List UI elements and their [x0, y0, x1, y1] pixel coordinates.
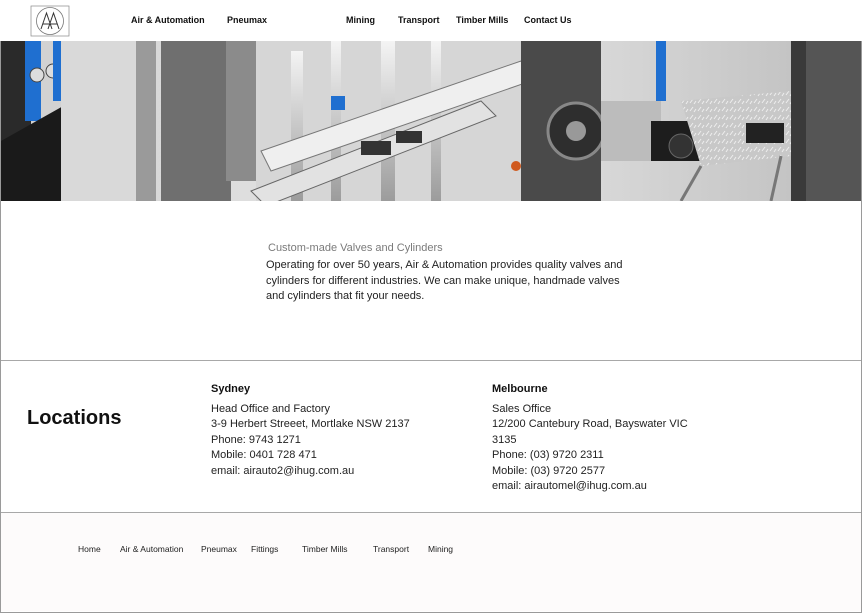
location-sydney: Sydney Head Office and Factory 3-9 Herbe…	[211, 382, 410, 479]
location-address-line2: 3135	[492, 433, 517, 446]
location-address: 3-9 Herbert Streeet, Mortlake NSW 2137	[211, 418, 410, 430]
location-mobile: Mobile: (03) 9720 2577	[492, 464, 606, 477]
intro-title: Custom-made Valves and Cylinders	[268, 242, 443, 254]
nav-transport[interactable]: Transport	[398, 15, 440, 25]
hero-image	[1, 41, 861, 201]
location-label: Sales Office	[492, 402, 552, 415]
location-city: Sydney	[211, 383, 251, 395]
footer-link-fittings[interactable]: Fittings	[251, 544, 278, 554]
site-footer: Home Air & Automation Pneumax Fittings T…	[1, 513, 861, 611]
locations-heading: Locations	[27, 407, 122, 429]
footer-link-timber-mills[interactable]: Timber Mills	[302, 544, 348, 554]
location-phone: Phone: 9743 1271	[211, 433, 301, 446]
nav-air-automation[interactable]: Air & Automation	[131, 15, 205, 25]
location-email: email: airauto2@ihug.com.au	[211, 464, 355, 477]
footer-link-mining[interactable]: Mining	[428, 544, 453, 554]
footer-link-pneumax[interactable]: Pneumax	[201, 544, 237, 554]
site-header: Air & Automation Pneumax Mining Transpor…	[0, 0, 862, 41]
location-phone: Phone: (03) 9720 2311	[492, 449, 604, 461]
nav-timber-mills[interactable]: Timber Mills	[456, 15, 508, 25]
footer-link-transport[interactable]: Transport	[373, 544, 409, 554]
location-mobile: Mobile: 0401 728 471	[211, 449, 317, 461]
section-divider	[1, 360, 861, 361]
nav-contact-us[interactable]: Contact Us	[524, 15, 572, 25]
location-melbourne: Melbourne Sales Office 12/200 Cantebury …	[492, 382, 688, 495]
location-label: Head Office and Factory	[211, 402, 331, 415]
footer-link-air-automation[interactable]: Air & Automation	[120, 544, 183, 554]
footer-link-home[interactable]: Home	[78, 544, 101, 554]
location-email: email: airautomel@ihug.com.au	[492, 480, 647, 492]
company-logo[interactable]	[30, 5, 70, 37]
intro-body: Operating for over 50 years, Air & Autom…	[266, 259, 623, 302]
nav-pneumax[interactable]: Pneumax	[227, 15, 267, 25]
location-address: 12/200 Cantebury Road, Bayswater VIC	[492, 418, 688, 430]
location-city: Melbourne	[492, 383, 548, 395]
nav-mining[interactable]: Mining	[346, 15, 375, 25]
